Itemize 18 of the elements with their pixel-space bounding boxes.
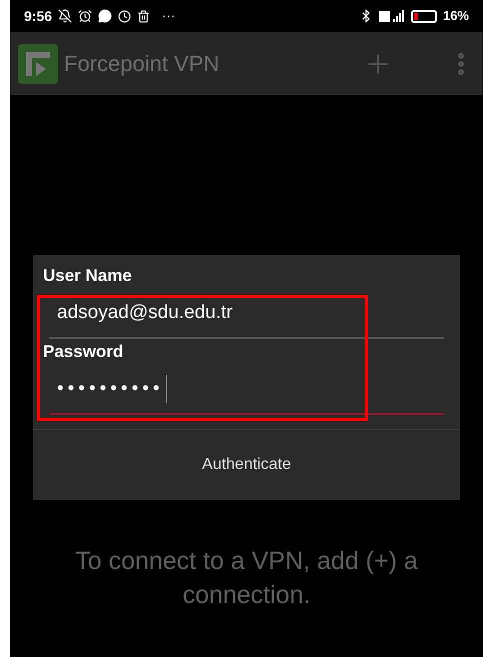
empty-message: To connect to a VPN, add (+) a connection. [74, 546, 419, 611]
trash-icon [137, 10, 150, 22]
battery-percent: 16% [442, 7, 469, 26]
mute-icon [58, 9, 72, 23]
alarm-icon [78, 9, 92, 23]
more-notifications: ··· [162, 7, 176, 26]
clock-icon [118, 10, 132, 22]
app-logo-icon [18, 44, 58, 84]
battery-icon [410, 10, 437, 22]
app-title: Forcepoint VPN [64, 50, 220, 78]
status-time: 9:56 [24, 6, 52, 26]
field-label: Password [43, 341, 124, 364]
authenticate-button[interactable]: Authenticate [33, 430, 460, 500]
signal-icon [378, 9, 405, 23]
field-label: User Name [43, 265, 133, 288]
input-field[interactable]: adsoyad@sdu.edu.tr [49, 289, 444, 339]
chat-icon [98, 9, 112, 23]
input-field[interactable]: •••••••••• [49, 365, 444, 415]
